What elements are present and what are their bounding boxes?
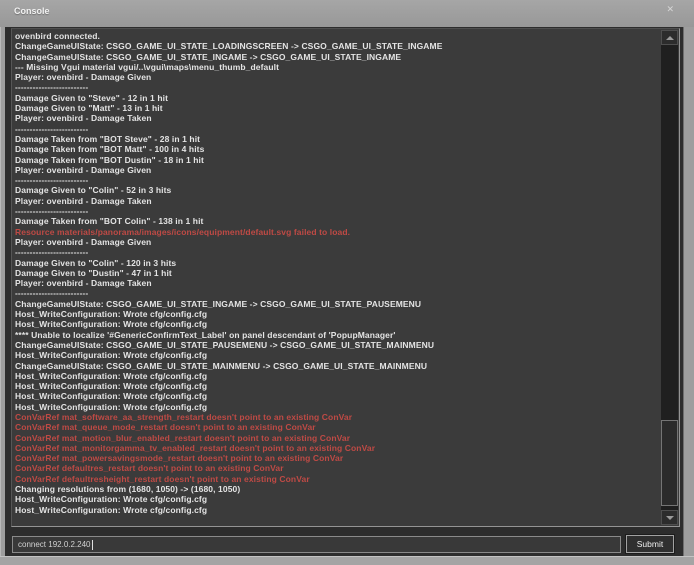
console-line: Resource materials/panorama/images/icons… (15, 227, 660, 237)
console-line: Damage Taken from "BOT Steve" - 28 in 1 … (15, 134, 660, 144)
console-line: ------------------------- (15, 82, 660, 92)
console-line: Damage Taken from "BOT Colin" - 138 in 1… (15, 216, 660, 226)
console-line: Player: ovenbird - Damage Taken (15, 196, 660, 206)
console-line: Damage Given to "Colin" - 120 in 3 hits (15, 258, 660, 268)
console-line: ConVarRef mat_monitorgamma_tv_enabled_re… (15, 443, 660, 453)
console-line: ChangeGameUIState: CSGO_GAME_UI_STATE_LO… (15, 41, 660, 51)
console-line: Player: ovenbird - Damage Taken (15, 113, 660, 123)
console-line: ChangeGameUIState: CSGO_GAME_UI_STATE_IN… (15, 52, 660, 62)
scrollbar-thumb[interactable] (661, 420, 678, 506)
console-line: ConVarRef mat_queue_mode_restart doesn't… (15, 422, 660, 432)
titlebar[interactable]: Console ✕ (0, 0, 694, 27)
scrollbar[interactable] (661, 30, 678, 525)
console-line: Player: ovenbird - Damage Given (15, 72, 660, 82)
console-line: Player: ovenbird - Damage Given (15, 165, 660, 175)
console-line: Host_WriteConfiguration: Wrote cfg/confi… (15, 350, 660, 360)
console-window: Console ✕ ovenbird connected.ChangeGameU… (0, 0, 694, 565)
scroll-down-button[interactable] (661, 510, 678, 525)
command-input[interactable]: connect 192.0.2.240 (12, 536, 621, 553)
console-line: ------------------------- (15, 247, 660, 257)
console-line: Damage Given to "Matt" - 13 in 1 hit (15, 103, 660, 113)
window-right-frame (683, 27, 694, 556)
console-output-panel[interactable]: ovenbird connected.ChangeGameUIState: CS… (11, 28, 680, 527)
console-line: ------------------------- (15, 288, 660, 298)
console-line: ------------------------- (15, 175, 660, 185)
console-line: ConVarRef defaultres_restart doesn't poi… (15, 463, 660, 473)
console-line: ChangeGameUIState: CSGO_GAME_UI_STATE_IN… (15, 299, 660, 309)
console-line: ------------------------- (15, 124, 660, 134)
console-line: Host_WriteConfiguration: Wrote cfg/confi… (15, 494, 660, 504)
console-line: ConVarRef mat_motion_blur_enabled_restar… (15, 433, 660, 443)
console-output: ovenbird connected.ChangeGameUIState: CS… (12, 29, 660, 526)
text-caret (92, 540, 93, 550)
console-line: Player: ovenbird - Damage Taken (15, 278, 660, 288)
console-line: Player: ovenbird - Damage Given (15, 237, 660, 247)
close-icon[interactable]: ✕ (666, 4, 674, 15)
console-line: ConVarRef defaultresheight_restart doesn… (15, 474, 660, 484)
scroll-up-icon (666, 36, 674, 40)
console-line: ------------------------- (15, 206, 660, 216)
console-line: Host_WriteConfiguration: Wrote cfg/confi… (15, 309, 660, 319)
scroll-up-button[interactable] (661, 30, 678, 45)
console-line: Damage Given to "Colin" - 52 in 3 hits (15, 185, 660, 195)
console-line: --- Missing Vgui material vgui/..\vgui\m… (15, 62, 660, 72)
console-line: ChangeGameUIState: CSGO_GAME_UI_STATE_MA… (15, 361, 660, 371)
console-line: Damage Given to "Dustin" - 47 in 1 hit (15, 268, 660, 278)
window-title: Console (14, 6, 50, 16)
console-line: Host_WriteConfiguration: Wrote cfg/confi… (15, 319, 660, 329)
console-line: ovenbird connected. (15, 31, 660, 41)
console-line: ConVarRef mat_software_aa_strength_resta… (15, 412, 660, 422)
scroll-down-icon (666, 516, 674, 520)
console-line: ChangeGameUIState: CSGO_GAME_UI_STATE_PA… (15, 340, 660, 350)
command-input-value: connect 192.0.2.240 (18, 540, 91, 549)
console-line: Host_WriteConfiguration: Wrote cfg/confi… (15, 402, 660, 412)
console-line: Host_WriteConfiguration: Wrote cfg/confi… (15, 371, 660, 381)
console-line: Host_WriteConfiguration: Wrote cfg/confi… (15, 391, 660, 401)
window-bottom-frame (0, 556, 694, 565)
submit-button[interactable]: Submit (626, 535, 674, 553)
console-line: Host_WriteConfiguration: Wrote cfg/confi… (15, 381, 660, 391)
console-line: Host_WriteConfiguration: Wrote cfg/confi… (15, 505, 660, 515)
console-line: Changing resolutions from (1680, 1050) -… (15, 484, 660, 494)
console-line: Damage Taken from "BOT Matt" - 100 in 4 … (15, 144, 660, 154)
console-line: ConVarRef mat_powersavingsmode_restart d… (15, 453, 660, 463)
console-line: **** Unable to localize '#GenericConfirm… (15, 330, 660, 340)
console-line: Damage Taken from "BOT Dustin" - 18 in 1… (15, 155, 660, 165)
console-line: Damage Given to "Steve" - 12 in 1 hit (15, 93, 660, 103)
